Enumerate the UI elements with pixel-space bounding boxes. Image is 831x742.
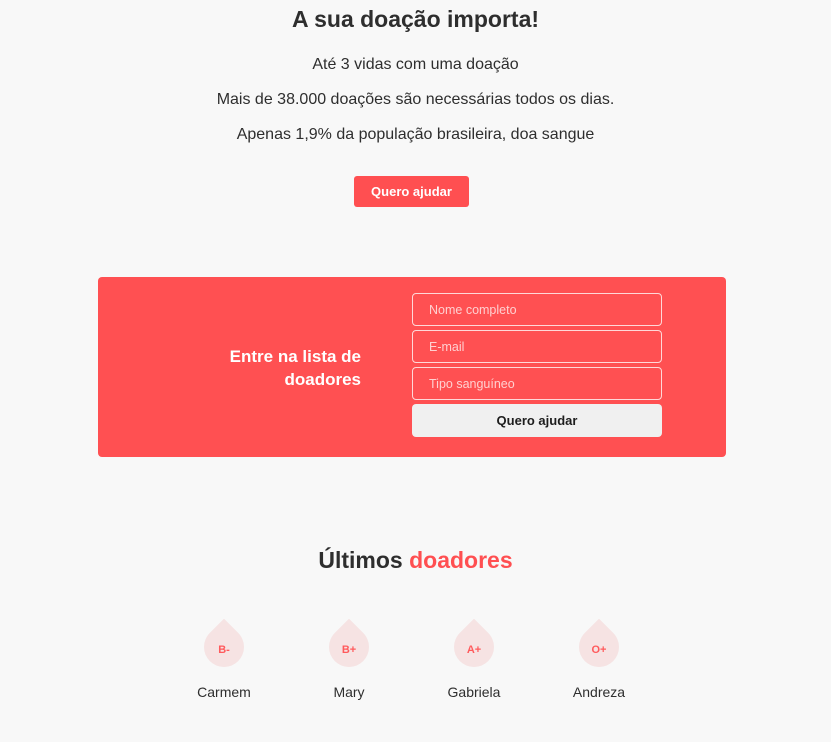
signup-title: Entre na lista de doadores xyxy=(229,347,361,389)
hero-title: A sua doação importa! xyxy=(291,6,540,32)
donors-title-prefix: Últimos xyxy=(318,547,403,573)
blood-drop-icon: O+ xyxy=(570,618,628,676)
donor-card: A+ Gabriela xyxy=(429,618,519,700)
donor-name: Mary xyxy=(333,684,365,700)
donor-card: O+ Andreza xyxy=(554,618,644,700)
donor-blood-type: A+ xyxy=(466,644,482,656)
donor-card: B- Carmem xyxy=(179,618,269,700)
signup-panel: Entre na lista de doadores Quero ajudar xyxy=(98,277,726,457)
name-field[interactable] xyxy=(412,293,662,326)
hero-line-daily: Mais de 38.000 doações são necessárias t… xyxy=(216,91,615,108)
signup-submit-button[interactable]: Quero ajudar xyxy=(412,404,662,437)
blood-drop-icon: B+ xyxy=(320,618,378,676)
donor-name: Carmem xyxy=(197,684,251,700)
donor-card: B+ Mary xyxy=(304,618,394,700)
blood-type-field[interactable] xyxy=(412,367,662,400)
donors-title: Últimos doadores xyxy=(0,547,831,574)
donor-blood-type: B+ xyxy=(341,644,357,656)
donor-blood-type: B- xyxy=(218,644,230,656)
blood-drop-icon: A+ xyxy=(445,618,503,676)
hero-help-button[interactable]: Quero ajudar xyxy=(354,176,469,207)
hero-line-population: Apenas 1,9% da população brasileira, doa… xyxy=(236,126,595,143)
donor-name: Gabriela xyxy=(447,684,501,700)
hero-line-lives: Até 3 vidas com uma doação xyxy=(312,56,519,73)
donor-blood-type: O+ xyxy=(591,644,607,656)
blood-drop-icon: B- xyxy=(195,618,253,676)
email-field[interactable] xyxy=(412,330,662,363)
donor-name: Andreza xyxy=(572,684,626,700)
donors-title-accent: doadores xyxy=(409,547,513,573)
